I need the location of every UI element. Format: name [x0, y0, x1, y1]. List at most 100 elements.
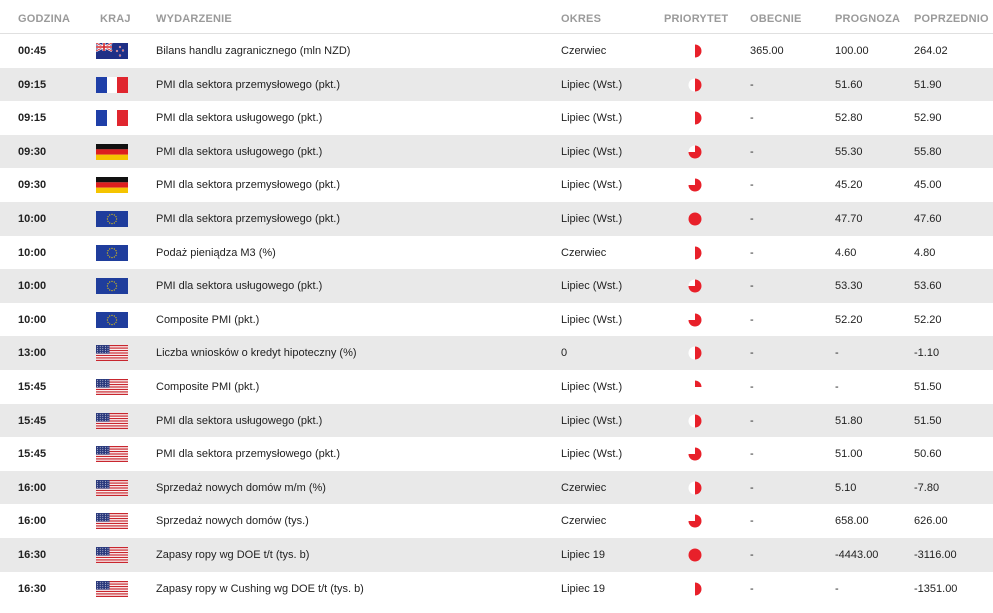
previous-value: -1.10	[914, 347, 940, 360]
header-period[interactable]: OKRES	[561, 13, 601, 25]
actual-value: -	[750, 112, 754, 125]
previous-value: 52.90	[914, 112, 942, 125]
actual-value: -	[750, 380, 754, 393]
flag-us-icon	[96, 580, 128, 597]
table-row[interactable]: 15:45 Composite PMI (pkt.) Lipiec (Wst.) - -…	[0, 369, 993, 404]
event-time: 16:00	[18, 481, 47, 494]
forecast-value: -	[835, 582, 839, 595]
header-forecast[interactable]: PROGNOZA	[835, 13, 900, 25]
header-country[interactable]: KRAJ	[100, 13, 131, 25]
event-period: Lipiec (Wst.)	[561, 414, 623, 427]
event-period: Czerwiec	[561, 515, 607, 528]
forecast-value: 45.20	[835, 179, 863, 192]
table-row[interactable]: 10:00 PMI dla sektora przemysłowego (pkt.…	[0, 201, 993, 236]
priority-pie-icon	[688, 78, 702, 92]
table-row[interactable]: 16:30 Zapasy ropy w Cushing wg DOE t/t (t…	[0, 571, 993, 606]
priority-pie-icon	[688, 44, 702, 58]
event-name: PMI dla sektora przemysłowego (pkt.)	[156, 212, 341, 225]
previous-value: 51.50	[914, 380, 942, 393]
table-row[interactable]: 09:15 PMI dla sektora przemysłowego (pkt.…	[0, 67, 993, 102]
flag-eu-icon	[96, 244, 128, 261]
priority-pie-icon	[688, 582, 702, 595]
table-body: 00:45 Bilans handlu zagranicznego (mln NZ…	[0, 34, 993, 606]
forecast-value: 100.00	[835, 45, 869, 57]
table-row[interactable]: 10:00 Podaż pieniądza M3 (%) Czerwiec - 4.60…	[0, 235, 993, 270]
priority-pie-icon	[688, 380, 702, 394]
event-time: 10:00	[18, 212, 47, 225]
actual-value: 365.00	[750, 45, 784, 57]
forecast-value: 51.60	[835, 78, 863, 91]
table-row[interactable]: 09:30 PMI dla sektora usługowego (pkt.) Li…	[0, 134, 993, 169]
event-name: Podaż pieniądza M3 (%)	[156, 246, 276, 259]
priority-pie-icon	[688, 313, 702, 327]
event-time: 00:45	[18, 45, 47, 57]
previous-value: 264.02	[914, 45, 948, 57]
flag-us-icon	[96, 546, 128, 563]
priority-pie-icon	[688, 212, 702, 226]
event-period: Lipiec (Wst.)	[561, 280, 623, 293]
event-name: PMI dla sektora usługowego (pkt.)	[156, 414, 323, 427]
event-name: PMI dla sektora przemysłowego (pkt.)	[156, 179, 341, 192]
forecast-value: 55.30	[835, 145, 863, 158]
actual-value: -	[750, 246, 754, 259]
event-name: PMI dla sektora przemysłowego (pkt.)	[156, 78, 341, 91]
table-row[interactable]: 15:45 PMI dla sektora przemysłowego (pkt.…	[0, 437, 993, 471]
flag-us-icon	[96, 378, 128, 395]
forecast-value: 52.20	[835, 313, 863, 326]
event-period: Czerwiec	[561, 246, 607, 259]
table-row[interactable]: 10:00 PMI dla sektora usługowego (pkt.) Li…	[0, 269, 993, 303]
header-previous[interactable]: POPRZEDNIO	[914, 13, 989, 25]
table-row[interactable]: 09:30 PMI dla sektora przemysłowego (pkt.…	[0, 168, 993, 202]
priority-pie-icon	[688, 111, 702, 125]
forecast-value: -	[835, 380, 839, 393]
priority-pie-icon	[688, 514, 702, 528]
previous-value: 50.60	[914, 448, 942, 461]
event-period: Lipiec (Wst.)	[561, 112, 623, 125]
table-row[interactable]: 09:15 PMI dla sektora usługowego (pkt.) Li…	[0, 101, 993, 135]
header-time[interactable]: GODZINA	[18, 13, 70, 25]
table-row[interactable]: 15:45 PMI dla sektora usługowego (pkt.) Li…	[0, 403, 993, 438]
actual-value: -	[750, 515, 754, 528]
event-name: PMI dla sektora usługowego (pkt.)	[156, 112, 323, 125]
table-row[interactable]: 00:45 Bilans handlu zagranicznego (mln NZ…	[0, 34, 993, 68]
table-row[interactable]: 16:30 Zapasy ropy wg DOE t/t (tys. b) Lipi…	[0, 537, 993, 572]
event-name: Composite PMI (pkt.)	[156, 380, 260, 393]
forecast-value: 5.10	[835, 481, 857, 494]
table-row[interactable]: 16:00 Sprzedaż nowych domów m/m (%) Czerwi…	[0, 470, 993, 505]
flag-nz-icon	[96, 43, 128, 59]
flag-fr-icon	[96, 110, 128, 127]
flag-us-icon	[96, 513, 128, 530]
event-time: 10:00	[18, 280, 47, 293]
event-time: 10:00	[18, 313, 47, 326]
forecast-value: 53.30	[835, 280, 863, 293]
header-actual[interactable]: OBECNIE	[750, 13, 802, 25]
event-period: Czerwiec	[561, 45, 607, 57]
event-time: 15:45	[18, 448, 47, 461]
priority-pie-icon	[688, 414, 702, 428]
actual-value: -	[750, 414, 754, 427]
flag-de-icon	[96, 177, 128, 194]
event-name: Zapasy ropy w Cushing wg DOE t/t (tys. b…	[156, 582, 364, 595]
event-name: Liczba wniosków o kredyt hipoteczny (%)	[156, 347, 357, 360]
previous-value: 52.20	[914, 313, 942, 326]
event-name: Sprzedaż nowych domów (tys.)	[156, 515, 309, 528]
flag-us-icon	[96, 412, 128, 429]
actual-value: -	[750, 548, 754, 561]
header-event[interactable]: WYDARZENIE	[156, 13, 232, 25]
event-period: 0	[561, 347, 568, 360]
actual-value: -	[750, 212, 754, 225]
forecast-value: -4443.00	[835, 548, 879, 561]
previous-value: 4.80	[914, 246, 936, 259]
flag-us-icon	[96, 479, 128, 496]
event-name: Zapasy ropy wg DOE t/t (tys. b)	[156, 548, 310, 561]
forecast-value: 52.80	[835, 112, 863, 125]
table-row[interactable]: 16:00 Sprzedaż nowych domów (tys.) Czerwie…	[0, 504, 993, 538]
table-row[interactable]: 13:00 Liczba wniosków o kredyt hipoteczny…	[0, 336, 993, 370]
header-priority[interactable]: PRIORYTET	[664, 13, 728, 25]
previous-value: -1351.00	[914, 582, 958, 595]
event-time: 16:30	[18, 582, 47, 595]
event-time: 09:15	[18, 78, 47, 91]
table-row[interactable]: 10:00 Composite PMI (pkt.) Lipiec (Wst.) - 5…	[0, 302, 993, 337]
event-period: Lipiec (Wst.)	[561, 145, 623, 158]
actual-value: -	[750, 179, 754, 192]
